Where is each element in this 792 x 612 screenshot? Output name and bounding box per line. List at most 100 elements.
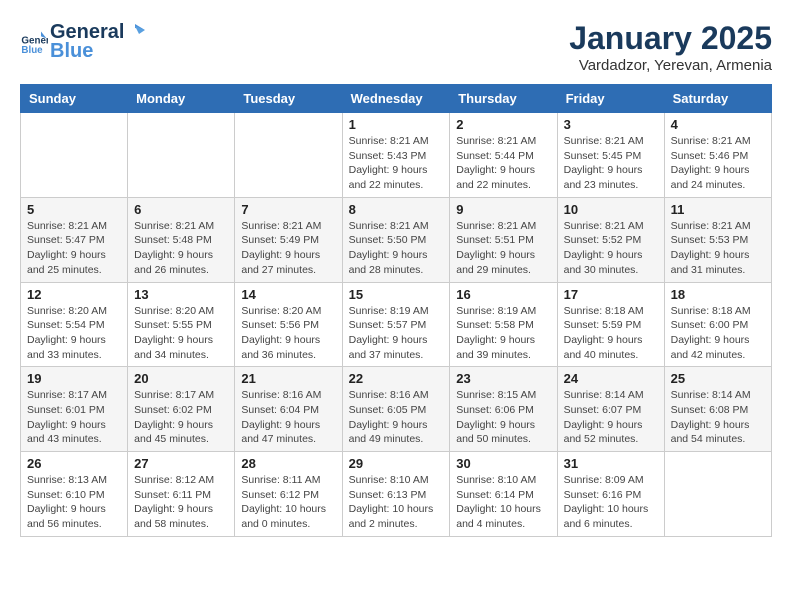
day-info: Sunrise: 8:19 AM Sunset: 5:58 PM Dayligh… [456,304,550,363]
day-info: Sunrise: 8:12 AM Sunset: 6:11 PM Dayligh… [134,473,228,532]
calendar-cell: 12 Sunrise: 8:20 AM Sunset: 5:54 PM Dayli… [21,282,128,367]
day-number: 29 [349,456,444,471]
calendar-cell: 8 Sunrise: 8:21 AM Sunset: 5:50 PM Daylig… [342,197,450,282]
day-info: Sunrise: 8:16 AM Sunset: 6:05 PM Dayligh… [349,388,444,447]
day-number: 2 [456,117,550,132]
week-row-3: 12 Sunrise: 8:20 AM Sunset: 5:54 PM Dayli… [21,282,772,367]
day-number: 17 [564,287,658,302]
day-info: Sunrise: 8:21 AM Sunset: 5:49 PM Dayligh… [241,219,335,278]
logo-icon: General Blue [20,28,48,56]
day-number: 20 [134,371,228,386]
svg-text:Blue: Blue [21,45,43,56]
day-info: Sunrise: 8:14 AM Sunset: 6:07 PM Dayligh… [564,388,658,447]
day-number: 10 [564,202,658,217]
calendar-cell: 14 Sunrise: 8:20 AM Sunset: 5:56 PM Dayli… [235,282,342,367]
day-number: 18 [671,287,765,302]
weekday-header-wednesday: Wednesday [342,85,450,113]
week-row-1: 1 Sunrise: 8:21 AM Sunset: 5:43 PM Daylig… [21,113,772,198]
day-number: 25 [671,371,765,386]
weekday-header-sunday: Sunday [21,85,128,113]
day-number: 19 [27,371,121,386]
calendar-cell: 13Sunrise: 8:20 AM Sunset: 5:55 PM Dayli… [128,282,235,367]
calendar-cell: 2 Sunrise: 8:21 AM Sunset: 5:44 PM Daylig… [450,113,557,198]
logo-bird-icon [125,20,147,38]
day-info: Sunrise: 8:21 AM Sunset: 5:46 PM Dayligh… [671,134,765,193]
calendar-cell: 7Sunrise: 8:21 AM Sunset: 5:49 PM Daylig… [235,197,342,282]
day-number: 21 [241,371,335,386]
day-info: Sunrise: 8:14 AM Sunset: 6:08 PM Dayligh… [671,388,765,447]
calendar-cell: 4 Sunrise: 8:21 AM Sunset: 5:46 PM Daylig… [664,113,771,198]
day-info: Sunrise: 8:16 AM Sunset: 6:04 PM Dayligh… [241,388,335,447]
day-info: Sunrise: 8:18 AM Sunset: 6:00 PM Dayligh… [671,304,765,363]
day-info: Sunrise: 8:18 AM Sunset: 5:59 PM Dayligh… [564,304,658,363]
month-title: January 2025 [569,20,772,57]
day-number: 24 [564,371,658,386]
calendar-cell: 10 Sunrise: 8:21 AM Sunset: 5:52 PM Dayli… [557,197,664,282]
day-info: Sunrise: 8:11 AM Sunset: 6:12 PM Dayligh… [241,473,335,532]
calendar-cell [235,113,342,198]
calendar-cell: 6Sunrise: 8:21 AM Sunset: 5:48 PM Daylig… [128,197,235,282]
day-info: Sunrise: 8:19 AM Sunset: 5:57 PM Dayligh… [349,304,444,363]
day-number: 23 [456,371,550,386]
calendar-cell: 30 Sunrise: 8:10 AM Sunset: 6:14 PM Dayli… [450,452,557,537]
day-info: Sunrise: 8:21 AM Sunset: 5:43 PM Dayligh… [349,134,444,193]
day-number: 9 [456,202,550,217]
calendar-cell: 16Sunrise: 8:19 AM Sunset: 5:58 PM Dayli… [450,282,557,367]
week-row-2: 5 Sunrise: 8:21 AM Sunset: 5:47 PM Daylig… [21,197,772,282]
day-info: Sunrise: 8:21 AM Sunset: 5:52 PM Dayligh… [564,219,658,278]
day-number: 13 [134,287,228,302]
day-info: Sunrise: 8:21 AM Sunset: 5:48 PM Dayligh… [134,219,228,278]
day-number: 12 [27,287,121,302]
day-number: 1 [349,117,444,132]
day-info: Sunrise: 8:21 AM Sunset: 5:53 PM Dayligh… [671,219,765,278]
calendar-cell: 21 Sunrise: 8:16 AM Sunset: 6:04 PM Dayli… [235,367,342,452]
calendar-cell: 18 Sunrise: 8:18 AM Sunset: 6:00 PM Dayli… [664,282,771,367]
calendar-table: SundayMondayTuesdayWednesdayThursdayFrid… [20,84,772,537]
calendar-cell: 17 Sunrise: 8:18 AM Sunset: 5:59 PM Dayli… [557,282,664,367]
header: General Blue General Blue January 2025 V… [20,20,772,74]
day-info: Sunrise: 8:17 AM Sunset: 6:01 PM Dayligh… [27,388,121,447]
calendar-cell: 27Sunrise: 8:12 AM Sunset: 6:11 PM Dayli… [128,452,235,537]
calendar-cell: 11 Sunrise: 8:21 AM Sunset: 5:53 PM Dayli… [664,197,771,282]
day-info: Sunrise: 8:21 AM Sunset: 5:45 PM Dayligh… [564,134,658,193]
day-number: 3 [564,117,658,132]
calendar-cell: 3 Sunrise: 8:21 AM Sunset: 5:45 PM Daylig… [557,113,664,198]
day-number: 31 [564,456,658,471]
calendar-cell: 5 Sunrise: 8:21 AM Sunset: 5:47 PM Daylig… [21,197,128,282]
calendar-cell: 20 Sunrise: 8:17 AM Sunset: 6:02 PM Dayli… [128,367,235,452]
calendar-cell: 22 Sunrise: 8:16 AM Sunset: 6:05 PM Dayli… [342,367,450,452]
location-subtitle: Vardadzor, Yerevan, Armenia [569,57,772,74]
day-info: Sunrise: 8:21 AM Sunset: 5:44 PM Dayligh… [456,134,550,193]
day-info: Sunrise: 8:17 AM Sunset: 6:02 PM Dayligh… [134,388,228,447]
logo: General Blue General Blue [20,20,148,63]
weekday-header-tuesday: Tuesday [235,85,342,113]
day-info: Sunrise: 8:21 AM Sunset: 5:47 PM Dayligh… [27,219,121,278]
day-info: Sunrise: 8:10 AM Sunset: 6:14 PM Dayligh… [456,473,550,532]
title-area: January 2025 Vardadzor, Yerevan, Armenia [569,20,772,74]
calendar-cell: 23 Sunrise: 8:15 AM Sunset: 6:06 PM Dayli… [450,367,557,452]
day-number: 11 [671,202,765,217]
calendar-cell: 9 Sunrise: 8:21 AM Sunset: 5:51 PM Daylig… [450,197,557,282]
day-number: 26 [27,456,121,471]
day-info: Sunrise: 8:20 AM Sunset: 5:56 PM Dayligh… [241,304,335,363]
day-number: 30 [456,456,550,471]
day-number: 5 [27,202,121,217]
calendar-cell: 24 Sunrise: 8:14 AM Sunset: 6:07 PM Dayli… [557,367,664,452]
calendar-cell: 28Sunrise: 8:11 AM Sunset: 6:12 PM Dayli… [235,452,342,537]
day-info: Sunrise: 8:21 AM Sunset: 5:50 PM Dayligh… [349,219,444,278]
day-number: 15 [349,287,444,302]
weekday-header-row: SundayMondayTuesdayWednesdayThursdayFrid… [21,85,772,113]
calendar-cell: 15 Sunrise: 8:19 AM Sunset: 5:57 PM Dayli… [342,282,450,367]
day-number: 4 [671,117,765,132]
day-number: 22 [349,371,444,386]
day-info: Sunrise: 8:15 AM Sunset: 6:06 PM Dayligh… [456,388,550,447]
calendar-cell [128,113,235,198]
day-number: 14 [241,287,335,302]
week-row-4: 19 Sunrise: 8:17 AM Sunset: 6:01 PM Dayli… [21,367,772,452]
calendar-cell [21,113,128,198]
day-info: Sunrise: 8:20 AM Sunset: 5:54 PM Dayligh… [27,304,121,363]
calendar-cell: 29Sunrise: 8:10 AM Sunset: 6:13 PM Dayli… [342,452,450,537]
day-number: 8 [349,202,444,217]
day-info: Sunrise: 8:21 AM Sunset: 5:51 PM Dayligh… [456,219,550,278]
week-row-5: 26Sunrise: 8:13 AM Sunset: 6:10 PM Dayli… [21,452,772,537]
